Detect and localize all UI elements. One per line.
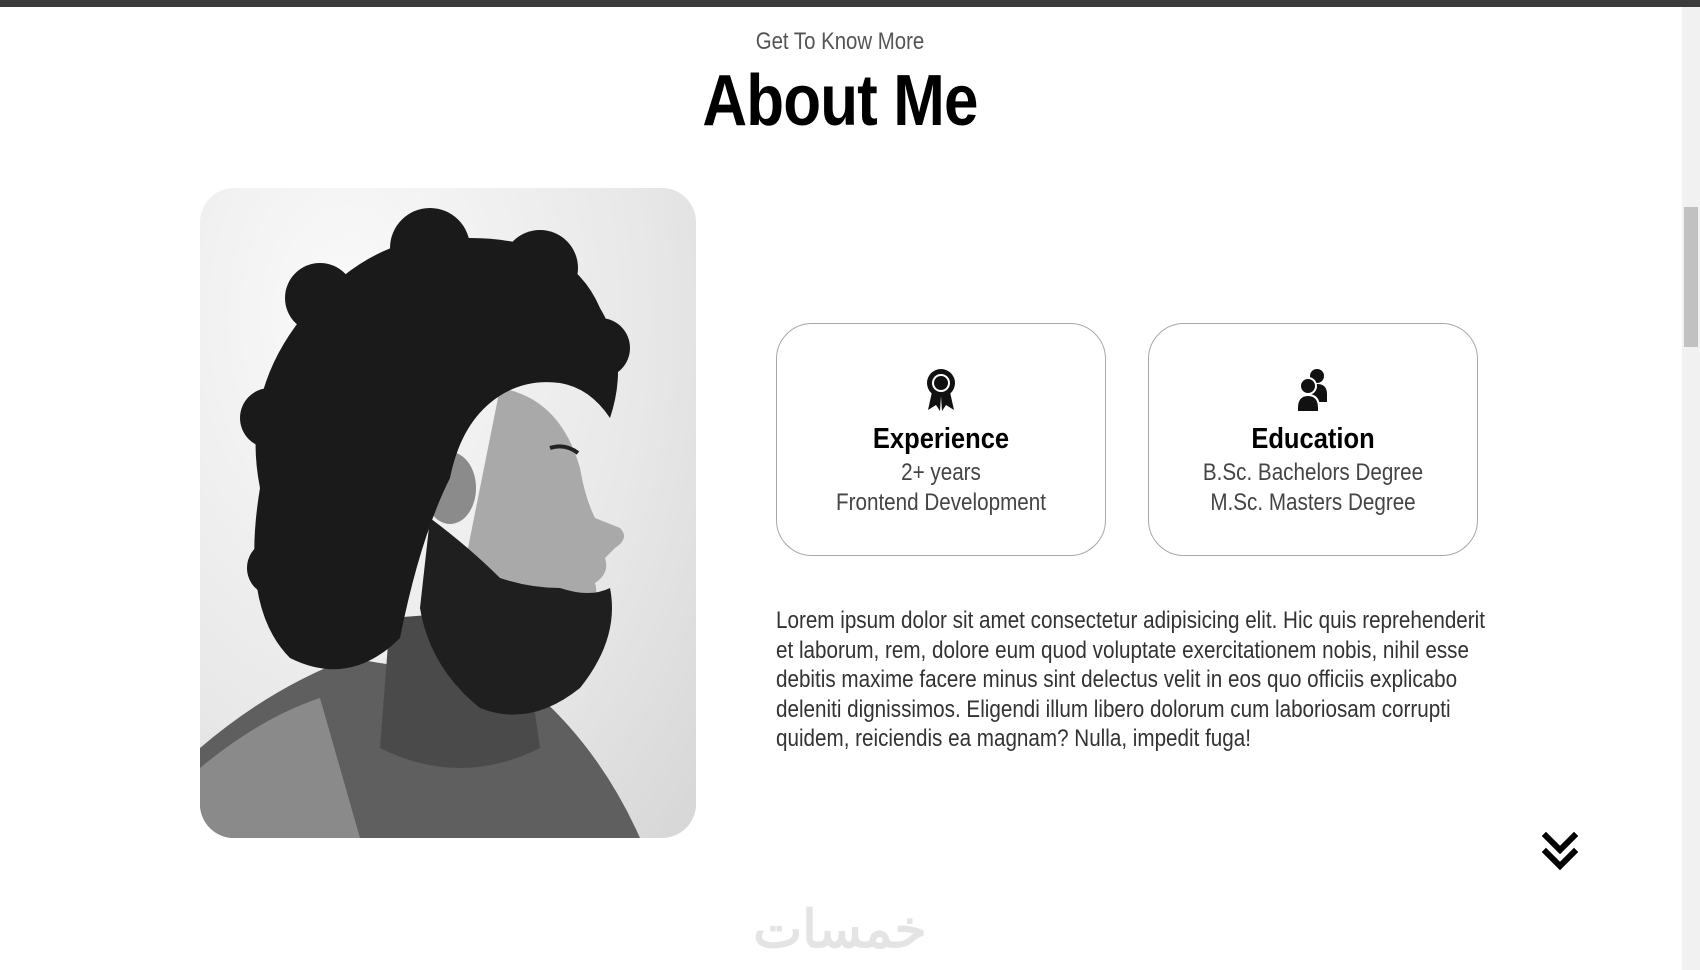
award-ribbon-icon [777, 368, 1105, 414]
description-line: quidem, reiciendis ea magnam? Nulla, imp… [776, 725, 1251, 752]
profile-photo [200, 188, 696, 838]
watermark-logo: خمسات [753, 901, 927, 959]
experience-title: Experience [872, 423, 1010, 455]
browser-top-edge [0, 0, 1700, 7]
experience-card: Experience 2+ years Frontend Development [776, 323, 1106, 556]
education-title: Education [1251, 423, 1375, 455]
education-card: Education B.Sc. Bachelors Degree M.Sc. M… [1148, 323, 1478, 556]
experience-detail-years: 2+ years [901, 459, 981, 486]
description-line: deleniti dignissimos. Eligendi illum lib… [776, 695, 1451, 723]
double-chevron-down-icon[interactable] [1541, 831, 1579, 872]
scrollbar-thumb[interactable] [1684, 207, 1698, 347]
description-line: debitis maxime facere minus sint delectu… [776, 666, 1458, 693]
section-kicker: Get To Know More [755, 28, 925, 55]
experience-detail-field: Frontend Development [836, 489, 1046, 516]
description-line: Lorem ipsum dolor sit amet consectetur a… [776, 607, 1485, 634]
section-title: About Me [702, 61, 978, 141]
description-line: et laborum, rem, dolore eum quod volupta… [776, 636, 1469, 664]
education-detail-bachelors: B.Sc. Bachelors Degree [1202, 459, 1424, 486]
education-detail-masters: M.Sc. Masters Degree [1210, 489, 1416, 516]
people-icon [1149, 368, 1477, 414]
scrollbar-track[interactable] [1682, 7, 1700, 970]
about-description: Lorem ipsum dolor sit amet consectetur a… [776, 606, 1485, 754]
